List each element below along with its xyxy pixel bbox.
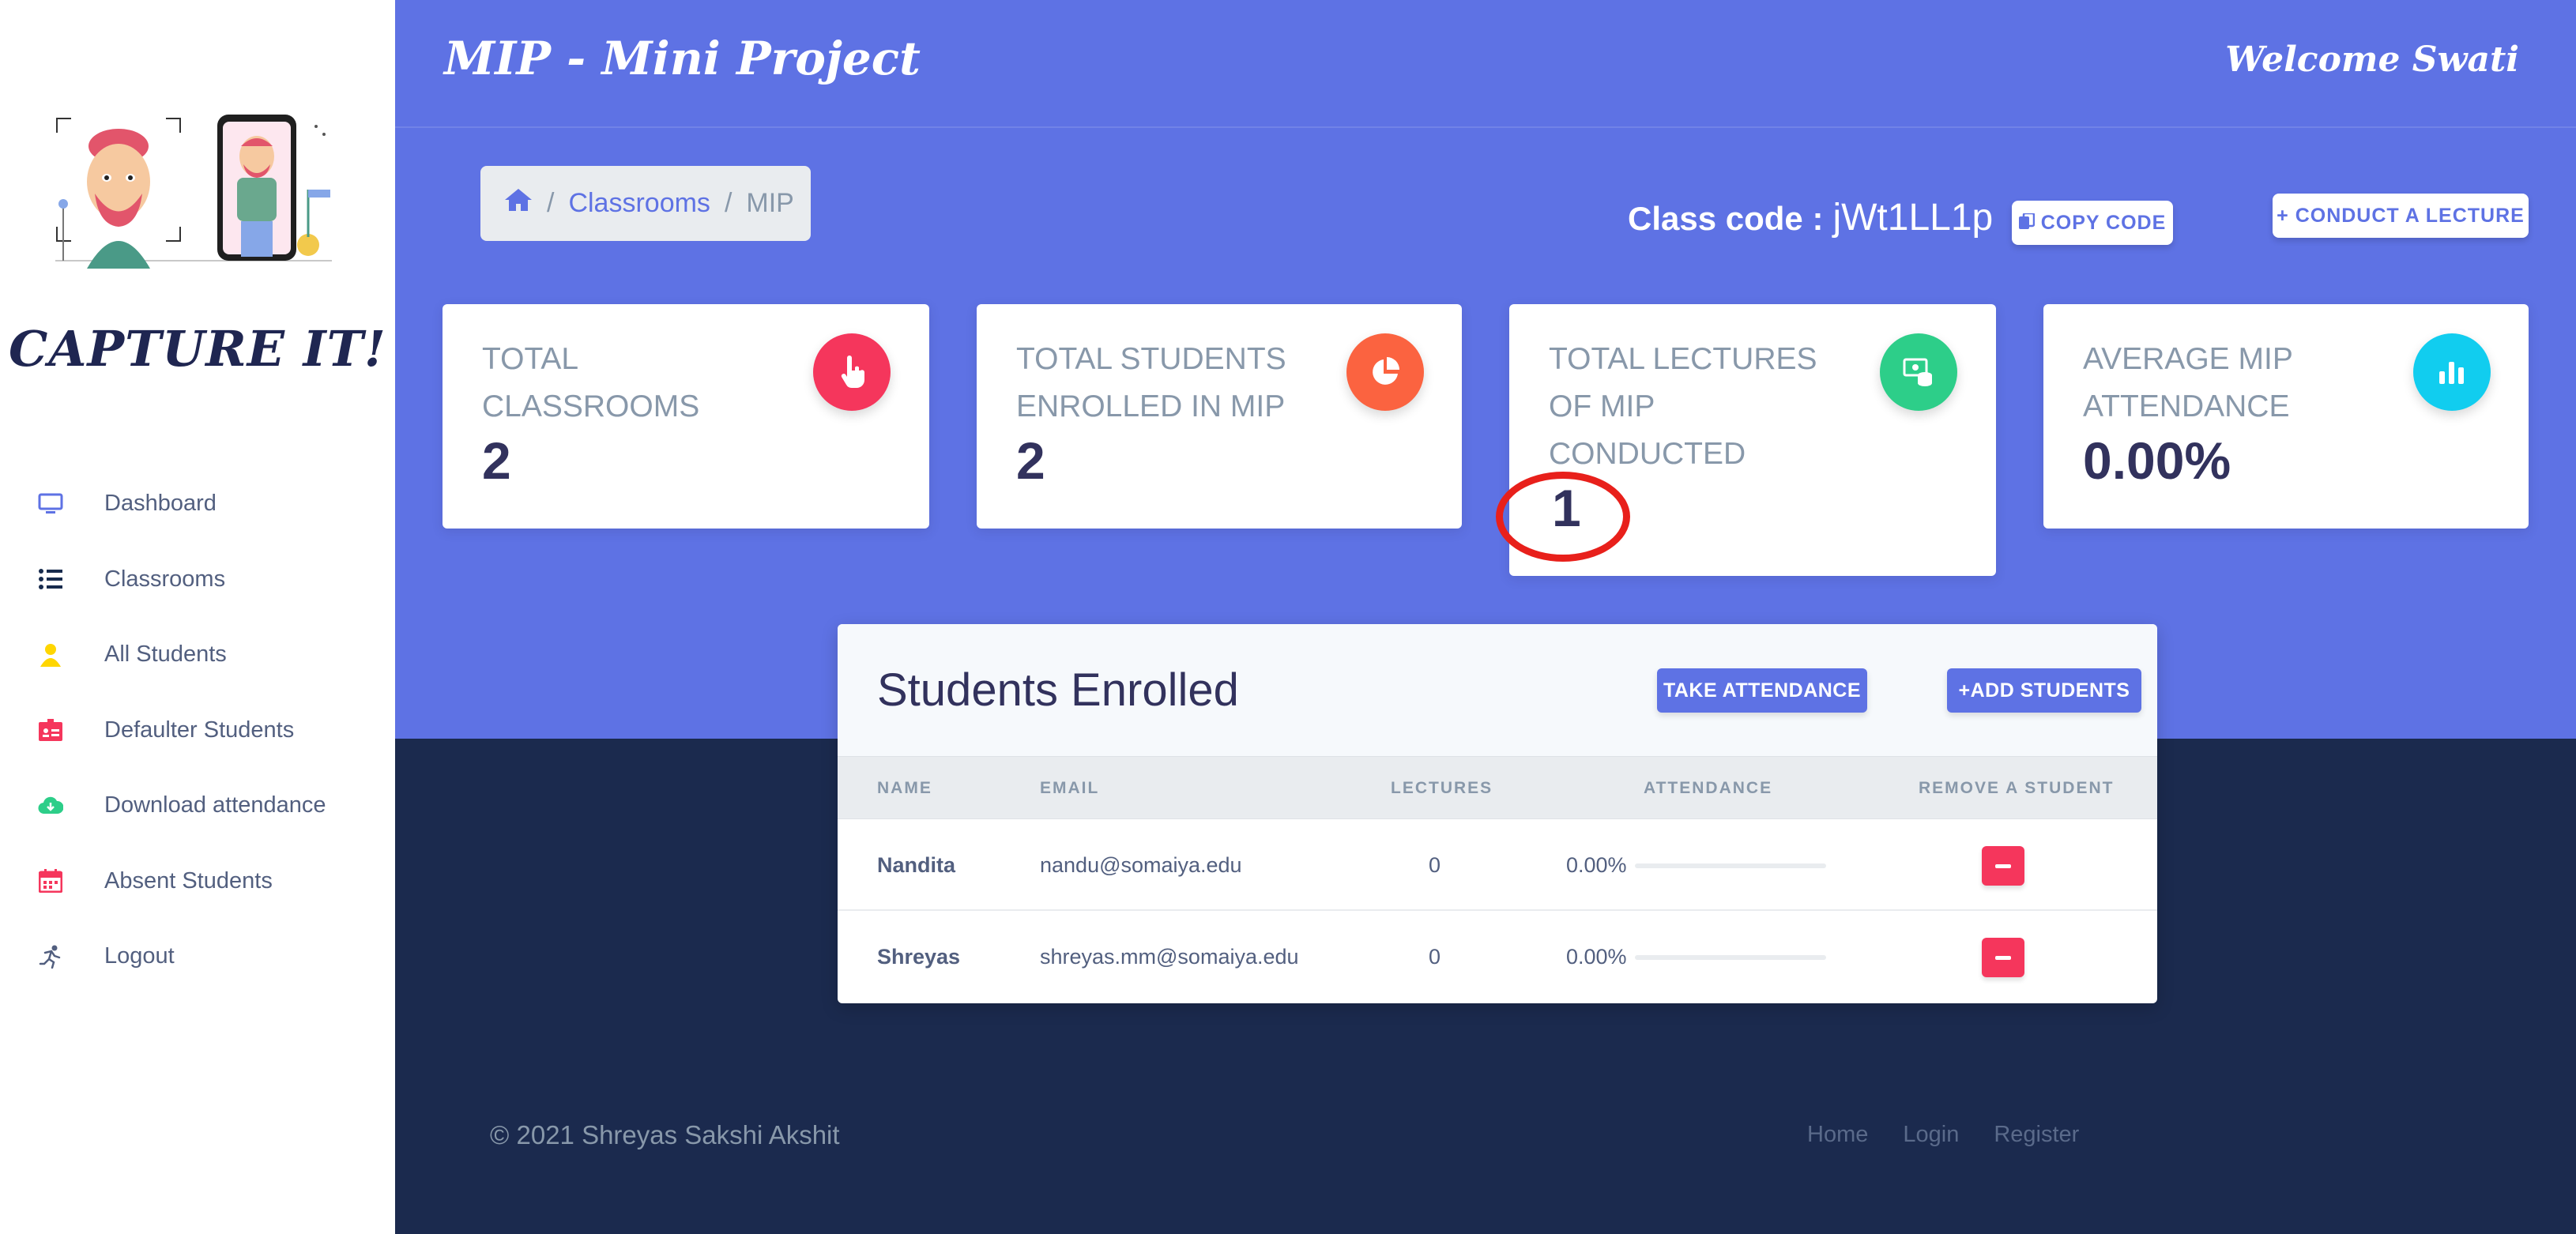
cloud-download-icon (35, 790, 66, 822)
stat-title: AVERAGE MIP ATTENDANCE (2083, 342, 2293, 423)
column-header-attendance: ATTENDANCE (1644, 779, 1773, 797)
class-code-value: jWt1LL1p (1832, 197, 1994, 239)
sidebar-nav: Dashboard Classrooms All Students Defaul… (0, 466, 395, 995)
topbar-divider (395, 126, 2576, 128)
sidebar: CAPTURE IT! Dashboard Classrooms All Stu… (0, 0, 395, 1234)
student-email: shreyas.mm@somaiya.edu (1040, 945, 1299, 969)
student-lectures: 0 (1429, 853, 1441, 877)
sidebar-item-download-attendance[interactable]: Download attendance (0, 768, 395, 844)
table-row: Shreyas shreyas.mm@somaiya.edu 0 0.00% (838, 911, 2157, 1003)
sidebar-item-label: All Students (104, 641, 227, 668)
user-icon (35, 639, 66, 671)
hand-pointer-icon (813, 333, 891, 411)
student-lectures: 0 (1429, 945, 1441, 969)
id-card-icon (35, 714, 66, 746)
sidebar-item-logout[interactable]: Logout (0, 919, 395, 995)
minus-icon (1995, 863, 2011, 868)
footer-link-login[interactable]: Login (1903, 1122, 1959, 1148)
sidebar-item-label: Download attendance (104, 792, 326, 818)
face-capture-illustration (55, 115, 332, 269)
table-header: NAME EMAIL LECTURES ATTENDANCE REMOVE A … (838, 756, 2157, 819)
brand-name: CAPTURE IT! (9, 320, 386, 378)
footer-link-home[interactable]: Home (1807, 1122, 1868, 1148)
sidebar-item-label: Absent Students (104, 867, 273, 894)
student-attendance: 0.00% (1566, 853, 1627, 877)
breadcrumb-separator: / (724, 188, 733, 218)
sidebar-item-label: Dashboard (104, 491, 217, 517)
running-icon (35, 941, 66, 973)
column-header-email: EMAIL (1040, 779, 1100, 797)
footer-link-register[interactable]: Register (1994, 1122, 2079, 1148)
sidebar-item-label: Defaulter Students (104, 717, 295, 743)
column-header-name: NAME (877, 779, 932, 797)
students-title: Students Enrolled (877, 664, 1239, 716)
app-title[interactable]: MIP - Mini Project (444, 32, 921, 85)
stat-title: TOTAL STUDENTS ENROLLED IN MIP (1016, 342, 1286, 423)
conduct-lecture-button[interactable]: + CONDUCT A LECTURE (2273, 194, 2529, 238)
home-icon[interactable] (504, 188, 533, 219)
sidebar-item-classrooms[interactable]: Classrooms (0, 542, 395, 618)
class-code-label: Class code : (1628, 200, 1824, 237)
copy-icon (2018, 213, 2035, 232)
take-attendance-button[interactable]: TAKE ATTENDANCE (1657, 668, 1867, 713)
class-code: Class code : jWt1LL1p (1628, 196, 1993, 239)
add-students-button[interactable]: +ADD STUDENTS (1947, 668, 2141, 713)
conduct-lecture-label: + CONDUCT A LECTURE (2277, 204, 2525, 227)
breadcrumb-classrooms-link[interactable]: Classrooms (568, 188, 710, 219)
bar-chart-icon (2413, 333, 2491, 411)
copy-code-button[interactable]: COPY CODE (2012, 201, 2173, 245)
sidebar-item-absent-students[interactable]: Absent Students (0, 844, 395, 920)
column-header-remove: REMOVE A STUDENT (1919, 779, 2115, 797)
column-header-lectures: LECTURES (1391, 779, 1493, 797)
attendance-progress-bar (1635, 955, 1826, 960)
students-enrolled-card: Students Enrolled TAKE ATTENDANCE +ADD S… (838, 624, 2157, 1003)
sidebar-item-all-students[interactable]: All Students (0, 617, 395, 693)
student-name: Shreyas (877, 945, 961, 969)
attendance-progress-bar (1635, 863, 1826, 868)
remove-student-button[interactable] (1982, 938, 2024, 977)
sidebar-item-label: Logout (104, 943, 175, 969)
footer-links: Home Login Register (1807, 1122, 2079, 1148)
stat-value: 2 (1016, 431, 1045, 490)
highlight-annotation (1496, 472, 1630, 562)
stat-title: TOTAL CLASSROOMS (482, 342, 700, 423)
stat-card-total-classrooms: TOTAL CLASSROOMS 2 (443, 304, 929, 529)
stat-value: 2 (482, 431, 511, 490)
calendar-icon (35, 865, 66, 897)
breadcrumb: / Classrooms / MIP (480, 166, 811, 241)
minus-icon (1995, 955, 2011, 960)
student-name: Nandita (877, 853, 956, 877)
footer-copyright: © 2021 Shreyas Sakshi Akshit (490, 1120, 840, 1149)
list-icon (35, 563, 66, 595)
stat-card-total-students: TOTAL STUDENTS ENROLLED IN MIP 2 (977, 304, 1462, 529)
stat-title: TOTAL LECTURES OF MIP CONDUCTED (1549, 342, 1817, 471)
remove-student-button[interactable] (1982, 846, 2024, 886)
students-card-header: Students Enrolled TAKE ATTENDANCE +ADD S… (838, 624, 2157, 756)
student-attendance: 0.00% (1566, 945, 1627, 969)
pie-chart-icon (1346, 333, 1424, 411)
breadcrumb-separator: / (547, 188, 555, 218)
sidebar-item-label: Classrooms (104, 566, 226, 592)
student-email: nandu@somaiya.edu (1040, 853, 1242, 877)
stat-value: 0.00% (2083, 431, 2231, 490)
welcome-user[interactable]: Welcome Swati (2225, 40, 2519, 80)
monitor-icon (35, 488, 66, 520)
money-coins-icon (1880, 333, 1957, 411)
table-row: Nandita nandu@somaiya.edu 0 0.00% (838, 819, 2157, 911)
sidebar-item-defaulter-students[interactable]: Defaulter Students (0, 693, 395, 769)
stat-card-average-attendance: AVERAGE MIP ATTENDANCE 0.00% (2043, 304, 2529, 529)
sidebar-item-dashboard[interactable]: Dashboard (0, 466, 395, 542)
breadcrumb-current: MIP (746, 188, 794, 218)
copy-code-label: COPY CODE (2040, 211, 2167, 234)
